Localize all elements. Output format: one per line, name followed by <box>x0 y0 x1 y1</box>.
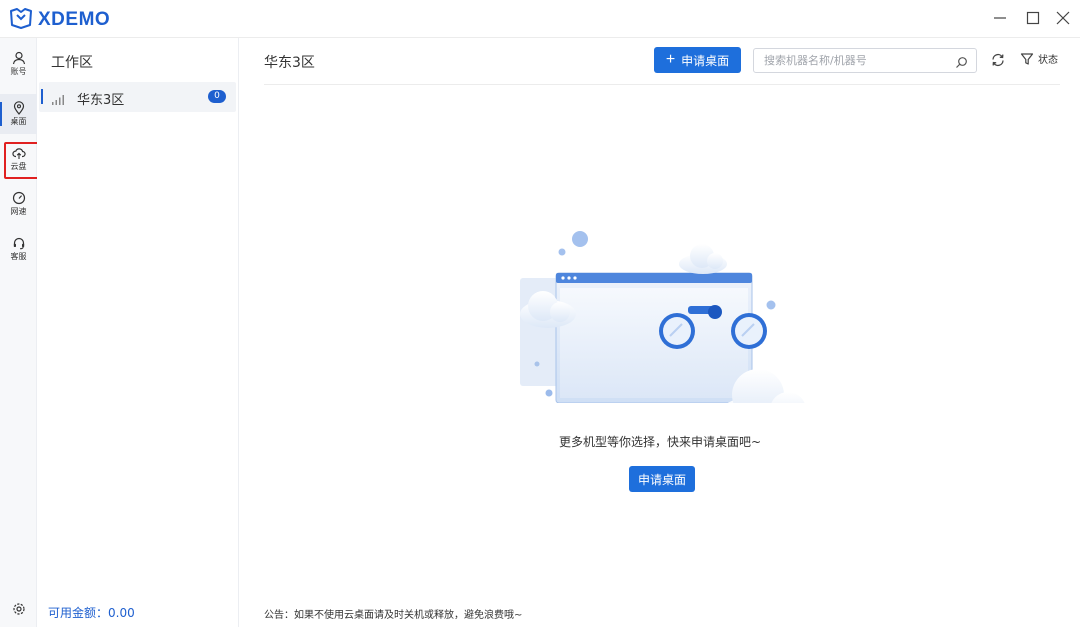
search-icon[interactable] <box>955 54 968 73</box>
rail-item-account[interactable]: 账号 <box>0 44 37 84</box>
refresh-icon[interactable] <box>990 52 1006 72</box>
workspace-title: 工作区 <box>51 55 93 71</box>
empty-state-message: 更多机型等你选择，快来申请桌面吧~ <box>558 435 762 449</box>
search-input[interactable] <box>754 49 950 72</box>
rail-label: 客服 <box>10 252 27 261</box>
announcement: 公告：如果不使用云桌面请及时关机或释放，避免浪费哦~ <box>264 610 523 621</box>
gear-icon <box>12 603 25 615</box>
main-panel: 华东3区 + 申请桌面 状态 <box>240 38 1080 627</box>
maximize-icon[interactable] <box>1023 8 1043 28</box>
status-filter-label: 状态 <box>1038 55 1058 66</box>
location-pin-icon <box>13 101 24 115</box>
status-filter[interactable]: 状态 <box>1020 51 1058 66</box>
rail-label: 网速 <box>10 207 27 216</box>
nav-rail: 账号 桌面 云盘 网速 客服 <box>0 38 37 627</box>
signal-icon <box>51 91 65 110</box>
app-name: XDEMO <box>38 9 111 30</box>
page-title: 华东3区 <box>264 55 315 71</box>
rail-item-speed[interactable]: 网速 <box>0 184 37 224</box>
app-logo: XDEMO <box>8 6 110 34</box>
speedometer-icon <box>12 191 25 205</box>
rail-item-settings[interactable] <box>0 594 37 624</box>
apply-desktop-label: 申请桌面 <box>681 53 730 68</box>
filter-icon <box>1020 52 1034 65</box>
apply-desktop-button[interactable]: + 申请桌面 <box>654 47 741 73</box>
minimize-icon[interactable] <box>990 8 1010 28</box>
close-icon[interactable] <box>1053 8 1073 28</box>
apply-desktop-center-button[interactable]: 申请桌面 <box>629 466 695 492</box>
region-name: 华东3区 <box>77 93 125 108</box>
plus-icon: + <box>665 51 676 68</box>
rail-item-desktop[interactable]: 桌面 <box>0 94 37 134</box>
rail-label: 桌面 <box>10 117 27 126</box>
rail-label: 账号 <box>10 67 27 76</box>
rail-item-service[interactable]: 客服 <box>0 229 37 269</box>
available-balance: 可用金额：0.00 <box>48 606 135 620</box>
header-divider <box>264 84 1060 85</box>
title-bar: XDEMO <box>0 0 1080 38</box>
headset-icon <box>13 237 24 250</box>
user-icon <box>12 51 25 65</box>
region-item[interactable]: 华东3区 0 <box>39 82 236 112</box>
empty-state-illustration <box>508 188 818 431</box>
active-indicator <box>41 89 43 104</box>
region-count-badge: 0 <box>208 90 226 103</box>
logo-icon <box>8 6 34 34</box>
search-box[interactable] <box>753 48 977 73</box>
workspace-panel: 工作区 华东3区 0 可用金额：0.00 <box>37 38 239 627</box>
